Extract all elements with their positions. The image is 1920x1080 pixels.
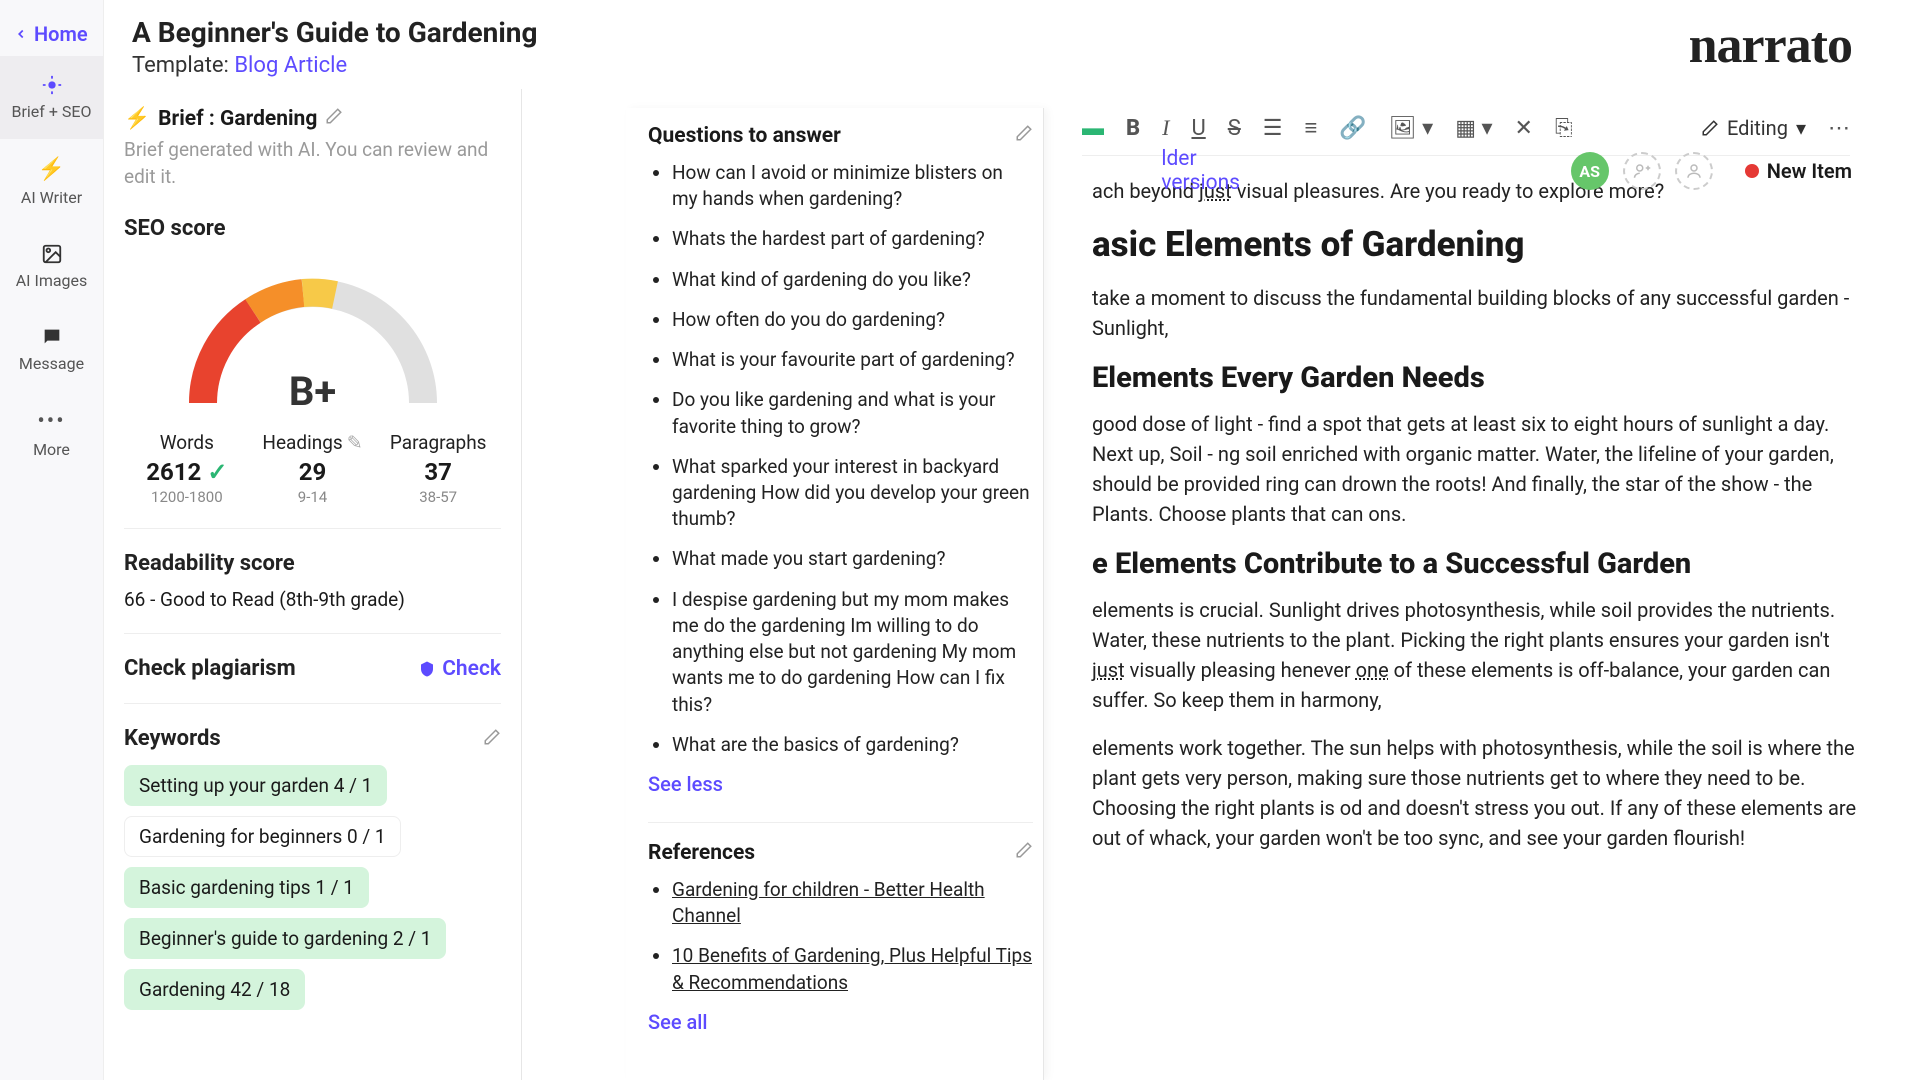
bullet-list-icon[interactable]: ☰ [1263, 116, 1283, 141]
clear-format-icon[interactable]: ✕ [1515, 116, 1533, 141]
keyword-chip[interactable]: Gardening for beginners 0 / 1 [124, 816, 401, 857]
question-item: What kind of gardening do you like? [672, 267, 1033, 293]
metric-words-range: 1200-1800 [124, 488, 250, 506]
add-assignee-icon[interactable] [1675, 152, 1713, 190]
pencil-icon[interactable]: ✎ [347, 431, 363, 454]
underline-icon[interactable]: U [1191, 116, 1205, 141]
image-icon[interactable]: 🖼 ▾ [1389, 116, 1433, 141]
bolt-icon: ⚡ [124, 107, 150, 131]
paragraph[interactable]: elements is crucial. Sunlight drives pho… [1092, 595, 1860, 715]
metric-headings-value: 29 [250, 458, 376, 486]
question-item: Whats the hardest part of gardening? [672, 226, 1033, 252]
keywords-list: Setting up your garden 4 / 1 Gardening f… [124, 765, 501, 1010]
question-item: How often do you do gardening? [672, 307, 1033, 333]
references-list: Gardening for children - Better Health C… [648, 877, 1033, 996]
paragraph[interactable]: take a moment to discuss the fundamental… [1092, 283, 1860, 343]
edit-questions-icon[interactable] [1015, 124, 1033, 148]
add-collaborator-icon[interactable] [1623, 152, 1661, 190]
seo-grade: B+ [289, 368, 336, 415]
logo: narrato [1689, 16, 1852, 75]
questions-heading: Questions to answer [648, 124, 1033, 148]
paragraph[interactable]: good dose of light - find a spot that ge… [1092, 409, 1860, 529]
keyword-chip[interactable]: Beginner's guide to gardening 2 / 1 [124, 918, 446, 959]
question-item: What are the basics of gardening? [672, 732, 1033, 758]
nav-ai-writer[interactable]: ⚡ AI Writer [0, 139, 103, 225]
plagiarism-heading: Check plagiarism [124, 656, 296, 681]
see-all-link[interactable]: See all [648, 1010, 1033, 1034]
metric-paragraphs-label: Paragraphs [375, 431, 501, 454]
reference-link[interactable]: 10 Benefits of Gardening, Plus Helpful T… [672, 944, 1032, 993]
question-item: How can I avoid or minimize blisters on … [672, 160, 1033, 212]
seo-gauge: B+ [163, 253, 463, 423]
edit-references-icon[interactable] [1015, 841, 1033, 865]
metric-headings-range: 9-14 [250, 488, 376, 506]
top-right-row: lder versions AS New Item [1571, 150, 1880, 200]
heading-3[interactable]: Elements Every Garden Needs [1092, 361, 1860, 395]
heading-2[interactable]: asic Elements of Gardening [1092, 224, 1860, 265]
keyword-chip[interactable]: Basic gardening tips 1 / 1 [124, 867, 369, 908]
metric-headings-label: Headings✎ [250, 431, 376, 454]
heading-3[interactable]: e Elements Contribute to a Successful Ga… [1092, 547, 1860, 581]
nav-more[interactable]: ••• More [0, 391, 103, 477]
edit-keywords-icon[interactable] [483, 728, 501, 750]
metric-words-label: Words [124, 431, 250, 454]
reference-link[interactable]: Gardening for children - Better Health C… [672, 878, 985, 927]
question-item: What is your favourite part of gardening… [672, 347, 1033, 373]
numbered-list-icon[interactable]: ≡ [1305, 115, 1318, 141]
paragraph[interactable]: elements work together. The sun helps wi… [1092, 733, 1860, 853]
nav-ai-images[interactable]: AI Images [0, 225, 103, 308]
keywords-heading: Keywords [124, 726, 221, 751]
link-icon[interactable]: 🔗 [1339, 116, 1366, 141]
metric-words-value: 2612✓ [124, 458, 250, 486]
embed-icon[interactable]: ⎘ [1555, 116, 1573, 141]
check-icon: ✓ [207, 458, 227, 486]
table-icon[interactable]: ▦ ▾ [1455, 116, 1492, 141]
left-nav: Home Brief + SEO ⚡ AI Writer AI Images M… [0, 0, 104, 1080]
reference-item: Gardening for children - Better Health C… [672, 877, 1033, 929]
avatar[interactable]: AS [1571, 152, 1609, 190]
brief-heading: ⚡ Brief : Gardening [124, 107, 501, 131]
question-item: Do you like gardening and what is your f… [672, 387, 1033, 439]
question-item: I despise gardening but my mom makes me … [672, 587, 1033, 718]
question-item: What made you start gardening? [672, 546, 1033, 572]
nav-message[interactable]: Message [0, 308, 103, 391]
metric-paragraphs-range: 38-57 [375, 488, 501, 506]
seo-score-heading: SEO score [124, 216, 501, 241]
status-badge[interactable]: New Item [1745, 159, 1852, 183]
check-plagiarism-button[interactable]: Check [418, 657, 501, 681]
brief-subtext: Brief generated with AI. You can review … [124, 137, 501, 190]
strike-icon[interactable]: S [1228, 116, 1241, 141]
template-link[interactable]: Blog Article [234, 53, 347, 78]
titlebar: A Beginner's Guide to Gardening Template… [104, 0, 1920, 89]
questions-list: How can I avoid or minimize blisters on … [648, 160, 1033, 758]
keyword-chip[interactable]: Gardening 42 / 18 [124, 969, 305, 1010]
seo-panel: ⚡ Brief : Gardening Brief generated with… [104, 89, 522, 1080]
readability-heading: Readability score [124, 551, 501, 576]
metric-paragraphs-value: 37 [375, 458, 501, 486]
readability-text: 66 - Good to Read (8th-9th grade) [124, 588, 501, 611]
status-dot-icon [1745, 164, 1759, 178]
bold-icon[interactable]: B [1126, 116, 1140, 141]
questions-panel: Questions to answer How can I avoid or m… [626, 108, 1044, 1080]
reference-item: 10 Benefits of Gardening, Plus Helpful T… [672, 943, 1033, 995]
template-line: Template: Blog Article [132, 53, 537, 78]
seo-metrics: Words 2612✓ 1200-1800 Headings✎ 29 9-14 … [124, 431, 501, 506]
italic-icon[interactable]: I [1162, 115, 1169, 141]
nav-brief-seo[interactable]: Brief + SEO [0, 56, 103, 139]
see-less-link[interactable]: See less [648, 772, 1033, 796]
document-body[interactable]: ach beyond just visual pleasures. Are yo… [1092, 176, 1860, 853]
keyword-chip[interactable]: Setting up your garden 4 / 1 [124, 765, 387, 806]
home-link[interactable]: Home [0, 0, 103, 56]
page-title: A Beginner's Guide to Gardening [132, 16, 537, 49]
edit-brief-icon[interactable] [325, 107, 343, 131]
references-heading: References [648, 822, 1033, 865]
editing-mode-dropdown[interactable]: Editing ▾ [1701, 116, 1806, 140]
highlight-icon[interactable]: ▬ [1082, 115, 1104, 141]
question-item: What sparked your interest in backyard g… [672, 454, 1033, 533]
older-versions-link[interactable]: lder versions [1161, 147, 1240, 195]
more-icon[interactable]: ⋯ [1828, 116, 1850, 141]
